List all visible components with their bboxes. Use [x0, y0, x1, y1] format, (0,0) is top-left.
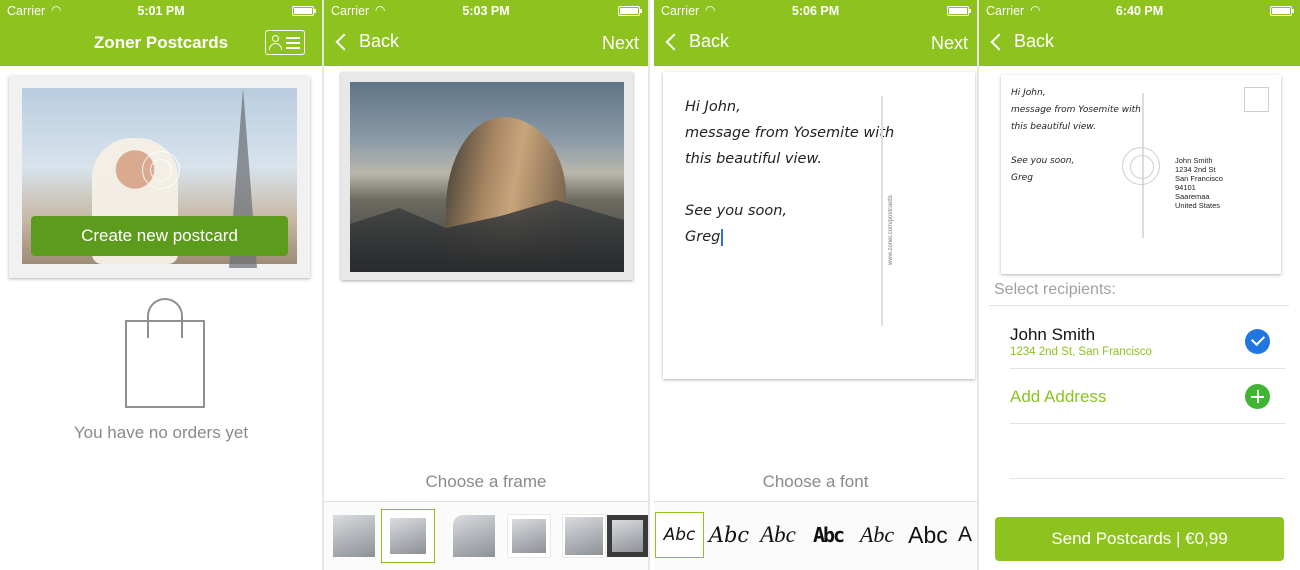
nav-bar: Carrier ◠ 5:01 PM Zoner Postcards [0, 0, 322, 66]
preview-message-line: Greg [1011, 173, 1033, 183]
preview-message-line: See you soon, [1011, 156, 1075, 166]
frame-option[interactable] [333, 515, 375, 557]
nav-bar: Carrier ◠ 5:03 PM Back Next [324, 0, 648, 66]
clock: 6:40 PM [1115, 4, 1164, 18]
touch-icon [1122, 147, 1160, 185]
recipient-address: 1234 2nd St, San Francisco [1010, 346, 1152, 358]
preview-address-line: 1234 2nd St [1175, 165, 1216, 174]
font-option[interactable]: Abc [905, 512, 951, 558]
separator [1010, 478, 1285, 479]
battery-icon [618, 6, 642, 16]
frame-option[interactable] [607, 515, 648, 557]
back-label: Back [689, 31, 730, 51]
preview-address-line: John Smith [1175, 156, 1213, 165]
add-address-button[interactable]: Add Address [1010, 387, 1106, 407]
clock: 5:06 PM [791, 4, 840, 18]
font-option-selected[interactable]: Abc [655, 512, 704, 558]
recipient-name: John Smith [1010, 325, 1096, 344]
checkmark-icon[interactable] [1245, 329, 1270, 354]
preview-address-line: 94101 [1175, 183, 1196, 192]
message-line: Greg [685, 224, 724, 250]
preview-address-line: Saaremaa [1175, 192, 1210, 201]
separator [989, 305, 1289, 306]
message-line: See you soon, [685, 203, 788, 219]
separator [1010, 423, 1285, 424]
chevron-left-icon [990, 33, 1008, 50]
frame-screen: Carrier ◠ 5:03 PM Back Next Choose a fra… [324, 0, 648, 570]
font-option[interactable]: Abc [809, 512, 847, 558]
plus-icon[interactable] [1245, 384, 1270, 409]
back-label: Back [1014, 31, 1055, 51]
status-bar: Carrier ◠ 5:06 PM [654, 0, 977, 22]
nav-bar: Carrier ◠ 5:06 PM Back Next [654, 0, 977, 66]
battery-icon [947, 6, 971, 16]
frame-option-selected[interactable] [381, 509, 435, 563]
frame-option[interactable] [508, 515, 550, 557]
stamp-placeholder [1244, 87, 1269, 112]
frame-option[interactable] [563, 515, 605, 557]
font-screen: Carrier ◠ 5:06 PM Back Next Hi John, mes… [654, 0, 977, 570]
preview-message-line: message from Yosemite with [1011, 105, 1141, 115]
next-button[interactable]: Next [931, 33, 968, 54]
back-button[interactable]: Back [987, 31, 1054, 52]
preview-message-line: Hi John, [1011, 88, 1046, 98]
text-cursor [721, 228, 724, 246]
nav-bar: Carrier ◠ 6:40 PM Back [979, 0, 1300, 66]
postcard-divider-line [881, 96, 883, 326]
message-line: message from Yosemite with [685, 125, 895, 141]
postcard-photo-preview [341, 72, 633, 280]
font-option[interactable]: Abc [755, 512, 801, 558]
preview-message-line: this beautiful view. [1011, 122, 1097, 132]
message-line: this beautiful view. [685, 151, 822, 167]
message-line: Hi John, [685, 99, 741, 115]
empty-orders-text: You have no orders yet [73, 423, 249, 442]
battery-icon [1270, 6, 1294, 16]
website-label: www.zoner.com/postcards [888, 195, 894, 265]
chevron-left-icon [665, 33, 683, 50]
next-button[interactable]: Next [602, 33, 639, 54]
status-bar: Carrier ◠ 6:40 PM [979, 0, 1300, 22]
back-label: Back [359, 31, 400, 51]
create-postcard-button[interactable]: Create new postcard [31, 216, 288, 256]
postcard-back-editor[interactable]: Hi John, message from Yosemite with this… [663, 72, 975, 379]
home-screen: Carrier ◠ 5:01 PM Zoner Postcards Create… [0, 0, 322, 570]
choose-frame-label: Choose a frame [425, 472, 547, 491]
preview-address-line: San Francisco [1175, 174, 1223, 183]
status-bar: Carrier ◠ 5:03 PM [324, 0, 648, 22]
font-option[interactable]: Abc [708, 512, 750, 558]
contacts-icon[interactable] [265, 30, 305, 55]
send-postcards-button[interactable]: Send Postcards | €0,99 [995, 517, 1284, 561]
clock: 5:01 PM [137, 4, 185, 18]
postcard-back-preview: Hi John, message from Yosemite with this… [1001, 75, 1281, 274]
preview-address-line: United States [1175, 201, 1221, 210]
back-button[interactable]: Back [662, 31, 729, 52]
font-option[interactable]: A [956, 512, 974, 558]
touch-icon [142, 151, 180, 189]
select-recipients-label: Select recipients: [994, 281, 1116, 298]
choose-font-label: Choose a font [762, 472, 869, 491]
status-bar: Carrier ◠ 5:01 PM [0, 0, 322, 22]
battery-icon [292, 6, 316, 16]
separator [1010, 368, 1285, 369]
clock: 5:03 PM [462, 4, 510, 18]
back-button[interactable]: Back [332, 31, 399, 52]
font-option[interactable]: Abc [854, 512, 900, 558]
screen-divider [648, 0, 650, 570]
shopping-bag-icon [125, 298, 205, 408]
frame-option[interactable] [453, 515, 495, 557]
chevron-left-icon [335, 33, 353, 50]
send-screen: Carrier ◠ 6:40 PM Back Hi John, message … [979, 0, 1300, 570]
